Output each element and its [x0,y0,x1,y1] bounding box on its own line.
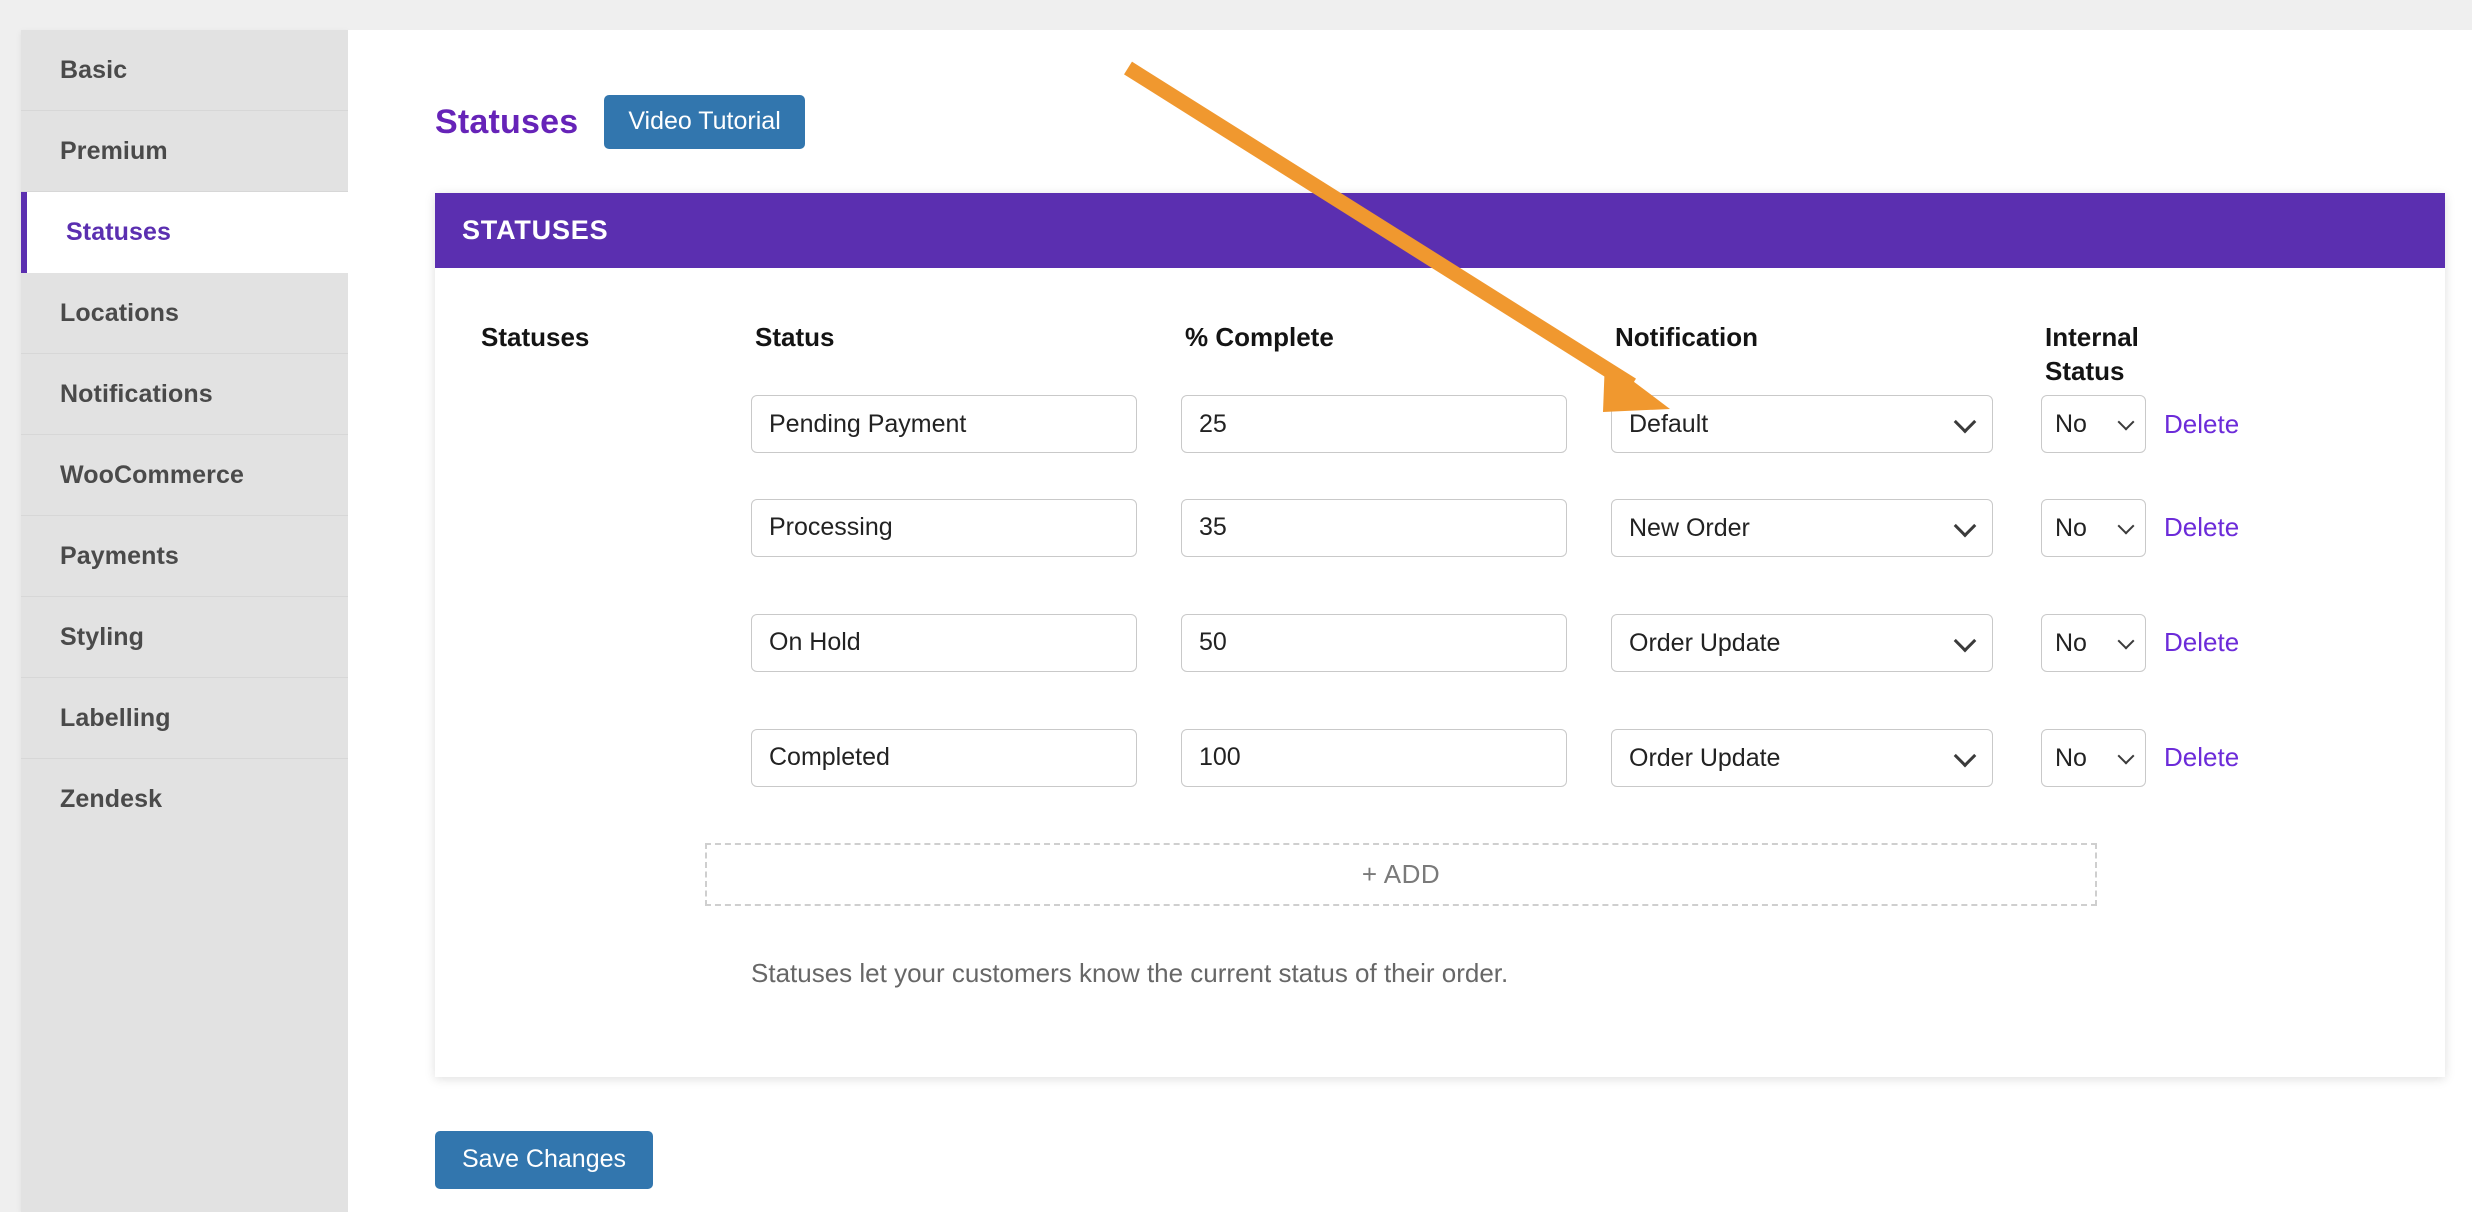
sidebar-item-label: Labelling [60,703,171,732]
notification-cell: Default [1611,395,2041,453]
percent-complete-input[interactable] [1181,728,1567,787]
notification-select[interactable]: Order Update [1611,613,1993,672]
internal-status-select-wrap: No [2041,613,2146,672]
internal-status-select[interactable]: No [2041,613,2146,672]
table-row: New Order No D [435,470,2445,585]
internal-status-select[interactable]: No [2041,728,2146,787]
sidebar-item-notifications[interactable]: Notifications [21,354,348,435]
column-header-internal-status-line1: Internal [2045,322,2139,352]
percent-cell [1181,613,1611,672]
main-content: Statuses Video Tutorial STATUSES Statuse… [348,30,2472,1212]
notification-select[interactable]: Order Update [1611,728,1993,787]
sidebar-item-label: Premium [60,136,168,165]
notification-cell: New Order [1611,498,2041,557]
help-text: Statuses let your customers know the cur… [751,958,1509,988]
status-name-input[interactable] [751,613,1137,672]
page-title: Statuses [435,102,579,141]
row-group-label: Statuses [481,322,590,352]
internal-status-cell: No [2041,728,2146,787]
table-row: Order Update No [435,700,2445,815]
sidebar-item-basic[interactable]: Basic [21,30,348,111]
add-row-container: + ADD [435,815,2445,906]
sidebar-item-label: Zendesk [60,785,163,813]
sidebar-item-statuses[interactable]: Statuses [21,192,348,273]
delete-cell: Delete [2146,409,2306,440]
delete-row-link[interactable]: Delete [2146,742,2239,772]
status-cell [751,498,1181,557]
column-header-percent-complete: % Complete [1185,322,1334,352]
sidebar-item-label: Payments [60,541,179,570]
delete-row-link[interactable]: Delete [2146,627,2239,657]
sidebar-item-payments[interactable]: Payments [21,516,348,597]
internal-status-select[interactable]: No [2041,498,2146,557]
percent-complete-input[interactable] [1181,613,1567,672]
sidebar-item-woocommerce[interactable]: WooCommerce [21,435,348,516]
delete-row-link[interactable]: Delete [2146,512,2239,542]
status-cell [751,613,1181,672]
sidebar-item-styling[interactable]: Styling [21,597,348,678]
statuses-card: STATUSES Statuses Status % Complete Noti… [435,193,2445,1077]
status-name-input[interactable] [751,395,1137,453]
active-accent-bar [21,192,27,273]
column-header-internal-status: Internal Status [2041,321,2146,389]
notification-select-wrap: New Order [1611,498,1993,557]
notification-select-wrap: Order Update [1611,728,1993,787]
table-header-row: Statuses Status % Complete Notification … [435,268,2445,386]
card-body: Statuses Status % Complete Notification … [435,268,2445,989]
sidebar-item-locations[interactable]: Locations [21,273,348,354]
percent-complete-input[interactable] [1181,498,1567,557]
internal-status-select-wrap: No [2041,498,2146,557]
add-status-button[interactable]: + ADD [705,843,2097,906]
internal-status-select-wrap: No [2041,395,2146,453]
delete-cell: Delete [2146,627,2306,658]
card-header-title: STATUSES [462,215,609,245]
page-header: Statuses Video Tutorial [435,80,805,165]
internal-status-cell: No [2041,395,2146,453]
status-cell [751,395,1181,453]
sidebar-item-label: WooCommerce [60,460,245,489]
percent-cell [1181,395,1611,453]
sidebar-item-label: Styling [60,622,145,651]
delete-row-link[interactable]: Delete [2146,409,2239,439]
sidebar-item-label: Statuses [66,218,172,246]
percent-cell [1181,498,1611,557]
column-header-notification: Notification [1615,322,1758,352]
internal-status-select[interactable]: No [2041,395,2146,453]
column-header-status: Status [755,322,835,352]
sidebar-item-label: Locations [60,298,179,327]
video-tutorial-button[interactable]: Video Tutorial [604,95,805,150]
save-changes-button[interactable]: Save Changes [435,1131,654,1189]
sidebar-item-premium[interactable]: Premium [21,111,348,192]
notification-select-wrap: Order Update [1611,613,1993,672]
table-row: Order Update No [435,585,2445,700]
column-header-internal-status-line2: Status [2045,355,2125,386]
notification-select[interactable]: New Order [1611,498,1993,557]
notification-select-wrap: Default [1611,395,1993,453]
sidebar-item-zendesk[interactable]: Zendesk [21,759,348,840]
notification-cell: Order Update [1611,728,2041,787]
status-name-input[interactable] [751,498,1137,557]
sidebar-item-labelling[interactable]: Labelling [21,678,348,759]
internal-status-cell: No [2041,498,2146,557]
table-row: Default No Del [435,378,2445,470]
status-cell [751,728,1181,787]
add-status-label: + ADD [1361,859,1441,889]
percent-cell [1181,728,1611,787]
status-name-input[interactable] [751,728,1137,787]
sidebar-item-label: Notifications [60,379,213,408]
internal-status-cell: No [2041,613,2146,672]
delete-cell: Delete [2146,742,2306,773]
notification-select[interactable]: Default [1611,395,1993,453]
notification-cell: Order Update [1611,613,2041,672]
settings-sidebar: Basic Premium Statuses Locations Notific… [21,30,348,1212]
percent-complete-input[interactable] [1181,395,1567,453]
app-root: Basic Premium Statuses Locations Notific… [0,0,2472,1212]
card-header: STATUSES [435,193,2445,268]
internal-status-select-wrap: No [2041,728,2146,787]
sidebar-item-label: Basic [60,55,128,84]
delete-cell: Delete [2146,512,2306,543]
